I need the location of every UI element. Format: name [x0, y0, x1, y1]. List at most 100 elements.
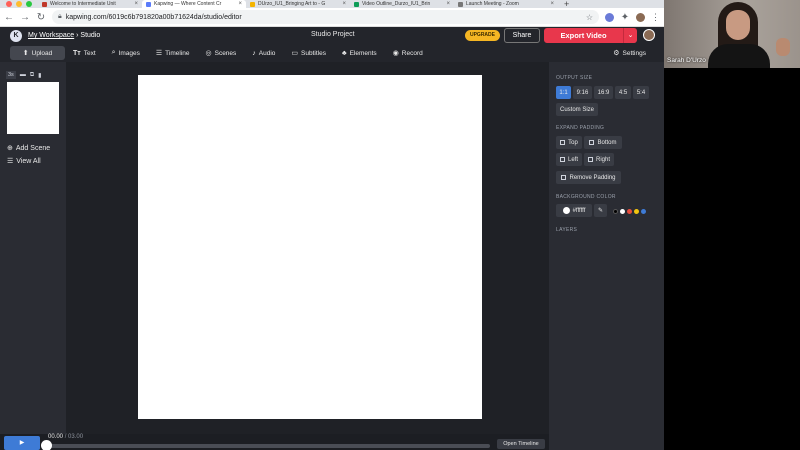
close-tab-icon[interactable]: ×	[238, 1, 242, 7]
preset-color-red[interactable]	[627, 209, 632, 214]
remove-padding-label: Remove Padding	[569, 174, 616, 181]
forward-arrow-icon[interactable]: →	[20, 12, 30, 23]
subtitles-tool-button[interactable]: ▭ Subtitles	[283, 46, 334, 60]
close-tab-icon[interactable]: ×	[550, 1, 554, 7]
ratio-5-4-button[interactable]: 5:4	[633, 86, 649, 99]
new-tab-button[interactable]: +	[558, 0, 575, 9]
record-icon: ◉	[392, 50, 399, 57]
profile-avatar-icon[interactable]	[636, 12, 645, 22]
close-tab-icon[interactable]: ×	[134, 1, 138, 7]
add-scene-label: Add Scene	[15, 144, 51, 152]
scrubber-handle[interactable]	[41, 440, 52, 450]
kapwing-logo-icon[interactable]: K	[10, 29, 22, 42]
checkbox-icon	[561, 175, 567, 180]
scene-duration[interactable]: 3s	[6, 71, 16, 79]
chevron-down-icon[interactable]: ⌄	[623, 28, 637, 43]
settings-button[interactable]: ⚙ Settings	[605, 46, 654, 60]
ratio-1-1-button[interactable]: 1:1	[556, 86, 571, 99]
scene-thumbnail[interactable]	[7, 82, 59, 134]
background-color-input[interactable]: #ffffff	[556, 204, 592, 217]
custom-size-button[interactable]: Custom Size	[556, 103, 598, 116]
padding-row-1: Top Bottom	[556, 136, 622, 149]
text-tool-button[interactable]: Tт Text	[65, 46, 104, 60]
export-video-label: Export Video	[560, 31, 607, 40]
scrubber-track[interactable]	[44, 444, 490, 448]
text-tool-label: Text	[83, 49, 96, 57]
images-tool-button[interactable]: ⌕ Images	[104, 46, 148, 60]
back-arrow-icon[interactable]: ←	[4, 12, 14, 23]
participant-video-tile[interactable]: Sarah D'Urzo	[664, 0, 800, 68]
puzzle-extensions-icon[interactable]: ✦	[620, 12, 630, 23]
padding-bottom-button[interactable]: Bottom	[584, 136, 622, 149]
user-avatar[interactable]	[643, 29, 655, 41]
add-scene-button[interactable]: ⊕ Add Scene	[7, 144, 51, 153]
preset-color-yellow[interactable]	[634, 209, 639, 214]
browser-tab[interactable]: Launch Meeting - Zoom ×	[454, 0, 558, 8]
browser-address-bar: ← → ↻ 🔒︎ kapwing.com/6019c6b791820a00b71…	[0, 8, 664, 27]
participant-hand	[776, 38, 790, 56]
editor-stage	[66, 62, 549, 434]
preset-color-row	[613, 209, 646, 214]
bookmark-star-icon[interactable]: ☆	[586, 13, 593, 22]
editor-toolbar: ⬆ Upload Tт Text ⌕ Images ☰ Timeline ◎ S…	[0, 44, 664, 62]
tab-title: Kapwing — Where Content Cr	[154, 1, 222, 7]
audio-tool-button[interactable]: ♪ Audio	[244, 46, 283, 60]
time-separator: /	[64, 434, 67, 440]
tab-title: Video Outline_Durzo_IU1_Brin	[362, 1, 431, 7]
tab-favicon-icon	[458, 1, 463, 7]
elements-tool-button[interactable]: ♣ Elements	[334, 46, 385, 60]
url-input[interactable]: 🔒︎ kapwing.com/6019c6b791820a00b71624da/…	[52, 10, 599, 24]
preset-color-black[interactable]	[613, 209, 618, 214]
minimize-window-button[interactable]	[16, 1, 22, 7]
preset-color-white[interactable]	[620, 209, 625, 214]
tab-favicon-icon	[146, 1, 151, 7]
record-tool-button[interactable]: ◉ Record	[385, 46, 431, 60]
url-text: kapwing.com/6019c6b791820a00b71624da/stu…	[65, 13, 242, 21]
scenes-tool-button[interactable]: ◎ Scenes	[198, 46, 245, 60]
padding-left-button[interactable]: Left	[556, 153, 582, 166]
upload-icon: ⬆	[22, 50, 29, 57]
project-title[interactable]: Studio Project	[311, 31, 355, 38]
padding-right-button[interactable]: Right	[584, 153, 614, 166]
share-button[interactable]: Share	[504, 28, 540, 43]
remove-padding-button[interactable]: Remove Padding	[556, 171, 621, 184]
padding-top-button[interactable]: Top	[556, 136, 582, 149]
ratio-9-16-button[interactable]: 9:16	[573, 86, 592, 99]
tab-favicon-icon	[250, 1, 255, 7]
browser-tab[interactable]: DUrzo_IU1_Bringing Art to - G ×	[246, 0, 350, 8]
duplicate-icon[interactable]: ⧉	[30, 72, 34, 79]
upgrade-button[interactable]: UPGRADE	[465, 30, 500, 41]
export-video-button[interactable]: Export Video ⌄	[544, 28, 637, 43]
browser-tab-active[interactable]: Kapwing — Where Content Cr ×	[142, 0, 246, 8]
timeline-tool-button[interactable]: ☰ Timeline	[148, 46, 198, 60]
browser-menu-icon[interactable]: ⋮	[651, 12, 660, 23]
scene-layout-icon[interactable]: ▬	[20, 72, 26, 78]
padding-top-label: Top	[568, 139, 578, 146]
open-timeline-button[interactable]: Open Timeline	[497, 439, 545, 449]
close-tab-icon[interactable]: ×	[446, 1, 450, 7]
screen: Welcome to Intermediate Unit × Kapwing —…	[0, 0, 800, 450]
browser-tab[interactable]: Video Outline_Durzo_IU1_Brin ×	[350, 0, 454, 8]
extension-icon[interactable]	[605, 12, 614, 22]
upload-button[interactable]: ⬆ Upload	[10, 46, 65, 60]
reload-icon[interactable]: ↻	[36, 12, 46, 23]
ratio-16-9-button[interactable]: 16:9	[594, 86, 613, 99]
workspace-link[interactable]: My Workspace	[28, 32, 74, 39]
eyedropper-button[interactable]: ✎	[594, 204, 607, 217]
view-all-button[interactable]: ☰ View All	[7, 157, 41, 166]
browser-tab[interactable]: Welcome to Intermediate Unit ×	[38, 0, 142, 8]
maximize-window-button[interactable]	[26, 1, 32, 7]
delete-icon[interactable]: ▮	[38, 72, 41, 79]
list-icon: ☰	[7, 158, 14, 165]
timeline-icon: ☰	[155, 50, 163, 57]
play-button[interactable]: ▶	[4, 436, 40, 450]
audio-tool-label: Audio	[258, 49, 276, 57]
ratio-4-5-button[interactable]: 4:5	[615, 86, 631, 99]
current-time: 00.00	[48, 434, 64, 440]
padding-right-label: Right	[595, 156, 610, 163]
preset-color-blue[interactable]	[641, 209, 646, 214]
close-tab-icon[interactable]: ×	[342, 1, 346, 7]
video-canvas[interactable]	[138, 75, 482, 419]
close-window-button[interactable]	[6, 1, 12, 7]
search-icon: ⌕	[111, 49, 116, 56]
